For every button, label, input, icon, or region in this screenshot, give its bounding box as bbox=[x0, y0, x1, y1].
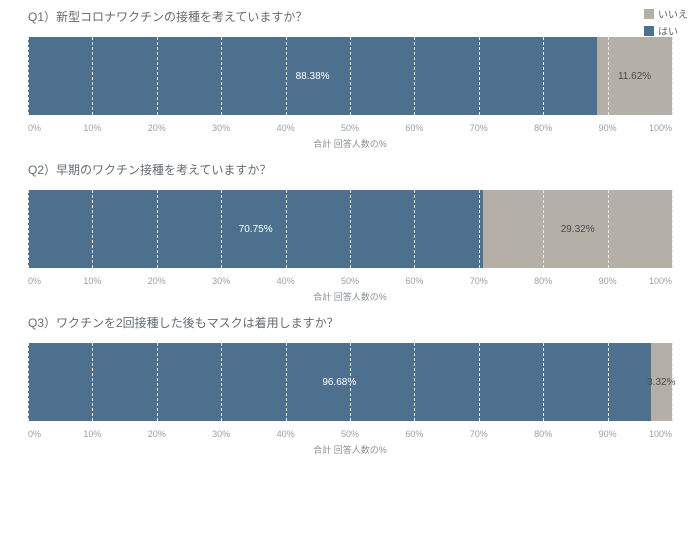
bar-segment-yes: 96.68% bbox=[28, 343, 651, 421]
legend: いいえ はい bbox=[644, 6, 688, 40]
tick-label: 100% bbox=[649, 276, 672, 286]
tick-label: 40% bbox=[277, 123, 295, 133]
legend-item-no: いいえ bbox=[644, 6, 688, 21]
tick-label: 60% bbox=[405, 123, 423, 133]
tick-label: 0% bbox=[28, 429, 41, 439]
tick-label: 50% bbox=[341, 123, 359, 133]
bar-segment-yes: 88.38% bbox=[28, 37, 597, 115]
stacked-bar: 96.68%3.32% bbox=[28, 343, 672, 421]
tick-label: 10% bbox=[83, 429, 101, 439]
tick-label: 100% bbox=[649, 123, 672, 133]
legend-item-yes: はい bbox=[644, 23, 688, 38]
tick-label: 90% bbox=[599, 276, 617, 286]
tick-label: 60% bbox=[405, 429, 423, 439]
tick-label: 20% bbox=[148, 276, 166, 286]
square-icon bbox=[644, 9, 654, 19]
tick-label: 50% bbox=[341, 276, 359, 286]
tick-label: 100% bbox=[649, 429, 672, 439]
tick-label: 0% bbox=[28, 123, 41, 133]
tick-label: 30% bbox=[212, 429, 230, 439]
plot-area: 96.68%3.32% bbox=[28, 343, 672, 421]
chart-block-q2: Q2）早期のワクチン接種を考えていますか？ 70.75%29.32% 0% 10% 20… bbox=[28, 161, 672, 304]
tick-label: 80% bbox=[534, 429, 552, 439]
stacked-bar: 70.75%29.32% bbox=[28, 190, 672, 268]
x-axis-label: 合計 回答人数の% bbox=[313, 137, 387, 150]
tick-label: 90% bbox=[599, 429, 617, 439]
question-title: Q2）早期のワクチン接種を考えていますか？ bbox=[28, 161, 672, 178]
x-axis: 0% 10% 20% 30% 40% 50% 60% 70% 80% 90% 100% 合計 回答人数… bbox=[28, 123, 672, 151]
tick-label: 70% bbox=[470, 429, 488, 439]
chart-block-q3: Q3）ワクチンを2回接種した後もマスクは着用しますか？ 96.68%3.32% 0%… bbox=[28, 314, 672, 457]
question-title: Q3）ワクチンを2回接種した後もマスクは着用しますか？ bbox=[28, 314, 672, 331]
stacked-bar: 88.38%11.62% bbox=[28, 37, 672, 115]
plot-area: 70.75%29.32% bbox=[28, 190, 672, 268]
tick-label: 20% bbox=[148, 429, 166, 439]
tick-label: 80% bbox=[534, 123, 552, 133]
charts-container: Q1）新型コロナワクチンの接種を考えていますか？ 88.38%11.62% 0% 10… bbox=[0, 0, 700, 475]
legend-label-no: いいえ bbox=[658, 6, 688, 21]
tick-label: 20% bbox=[148, 123, 166, 133]
tick-label: 30% bbox=[212, 123, 230, 133]
x-axis-label: 合計 回答人数の% bbox=[313, 290, 387, 303]
chart-block-q1: Q1）新型コロナワクチンの接種を考えていますか？ 88.38%11.62% 0% 10… bbox=[28, 8, 672, 151]
tick-label: 60% bbox=[405, 276, 423, 286]
bar-segment-no: 29.32% bbox=[483, 190, 672, 268]
tick-label: 10% bbox=[83, 276, 101, 286]
tick-label: 10% bbox=[83, 123, 101, 133]
plot-area: 88.38%11.62% bbox=[28, 37, 672, 115]
bar-segment-yes: 70.75% bbox=[28, 190, 483, 268]
tick-label: 80% bbox=[534, 276, 552, 286]
x-axis: 0% 10% 20% 30% 40% 50% 60% 70% 80% 90% 100% 合計 回答人数… bbox=[28, 276, 672, 304]
bar-segment-no: 3.32% bbox=[651, 343, 672, 421]
x-axis: 0% 10% 20% 30% 40% 50% 60% 70% 80% 90% 100% 合計 回答人数… bbox=[28, 429, 672, 457]
tick-label: 30% bbox=[212, 276, 230, 286]
tick-label: 40% bbox=[277, 429, 295, 439]
square-icon bbox=[644, 26, 654, 36]
legend-label-yes: はい bbox=[658, 23, 678, 38]
tick-label: 0% bbox=[28, 276, 41, 286]
tick-label: 40% bbox=[277, 276, 295, 286]
tick-label: 70% bbox=[470, 276, 488, 286]
x-axis-label: 合計 回答人数の% bbox=[313, 443, 387, 456]
tick-label: 90% bbox=[599, 123, 617, 133]
bar-segment-no: 11.62% bbox=[597, 37, 672, 115]
tick-label: 50% bbox=[341, 429, 359, 439]
question-title: Q1）新型コロナワクチンの接種を考えていますか？ bbox=[28, 8, 672, 25]
tick-label: 70% bbox=[470, 123, 488, 133]
